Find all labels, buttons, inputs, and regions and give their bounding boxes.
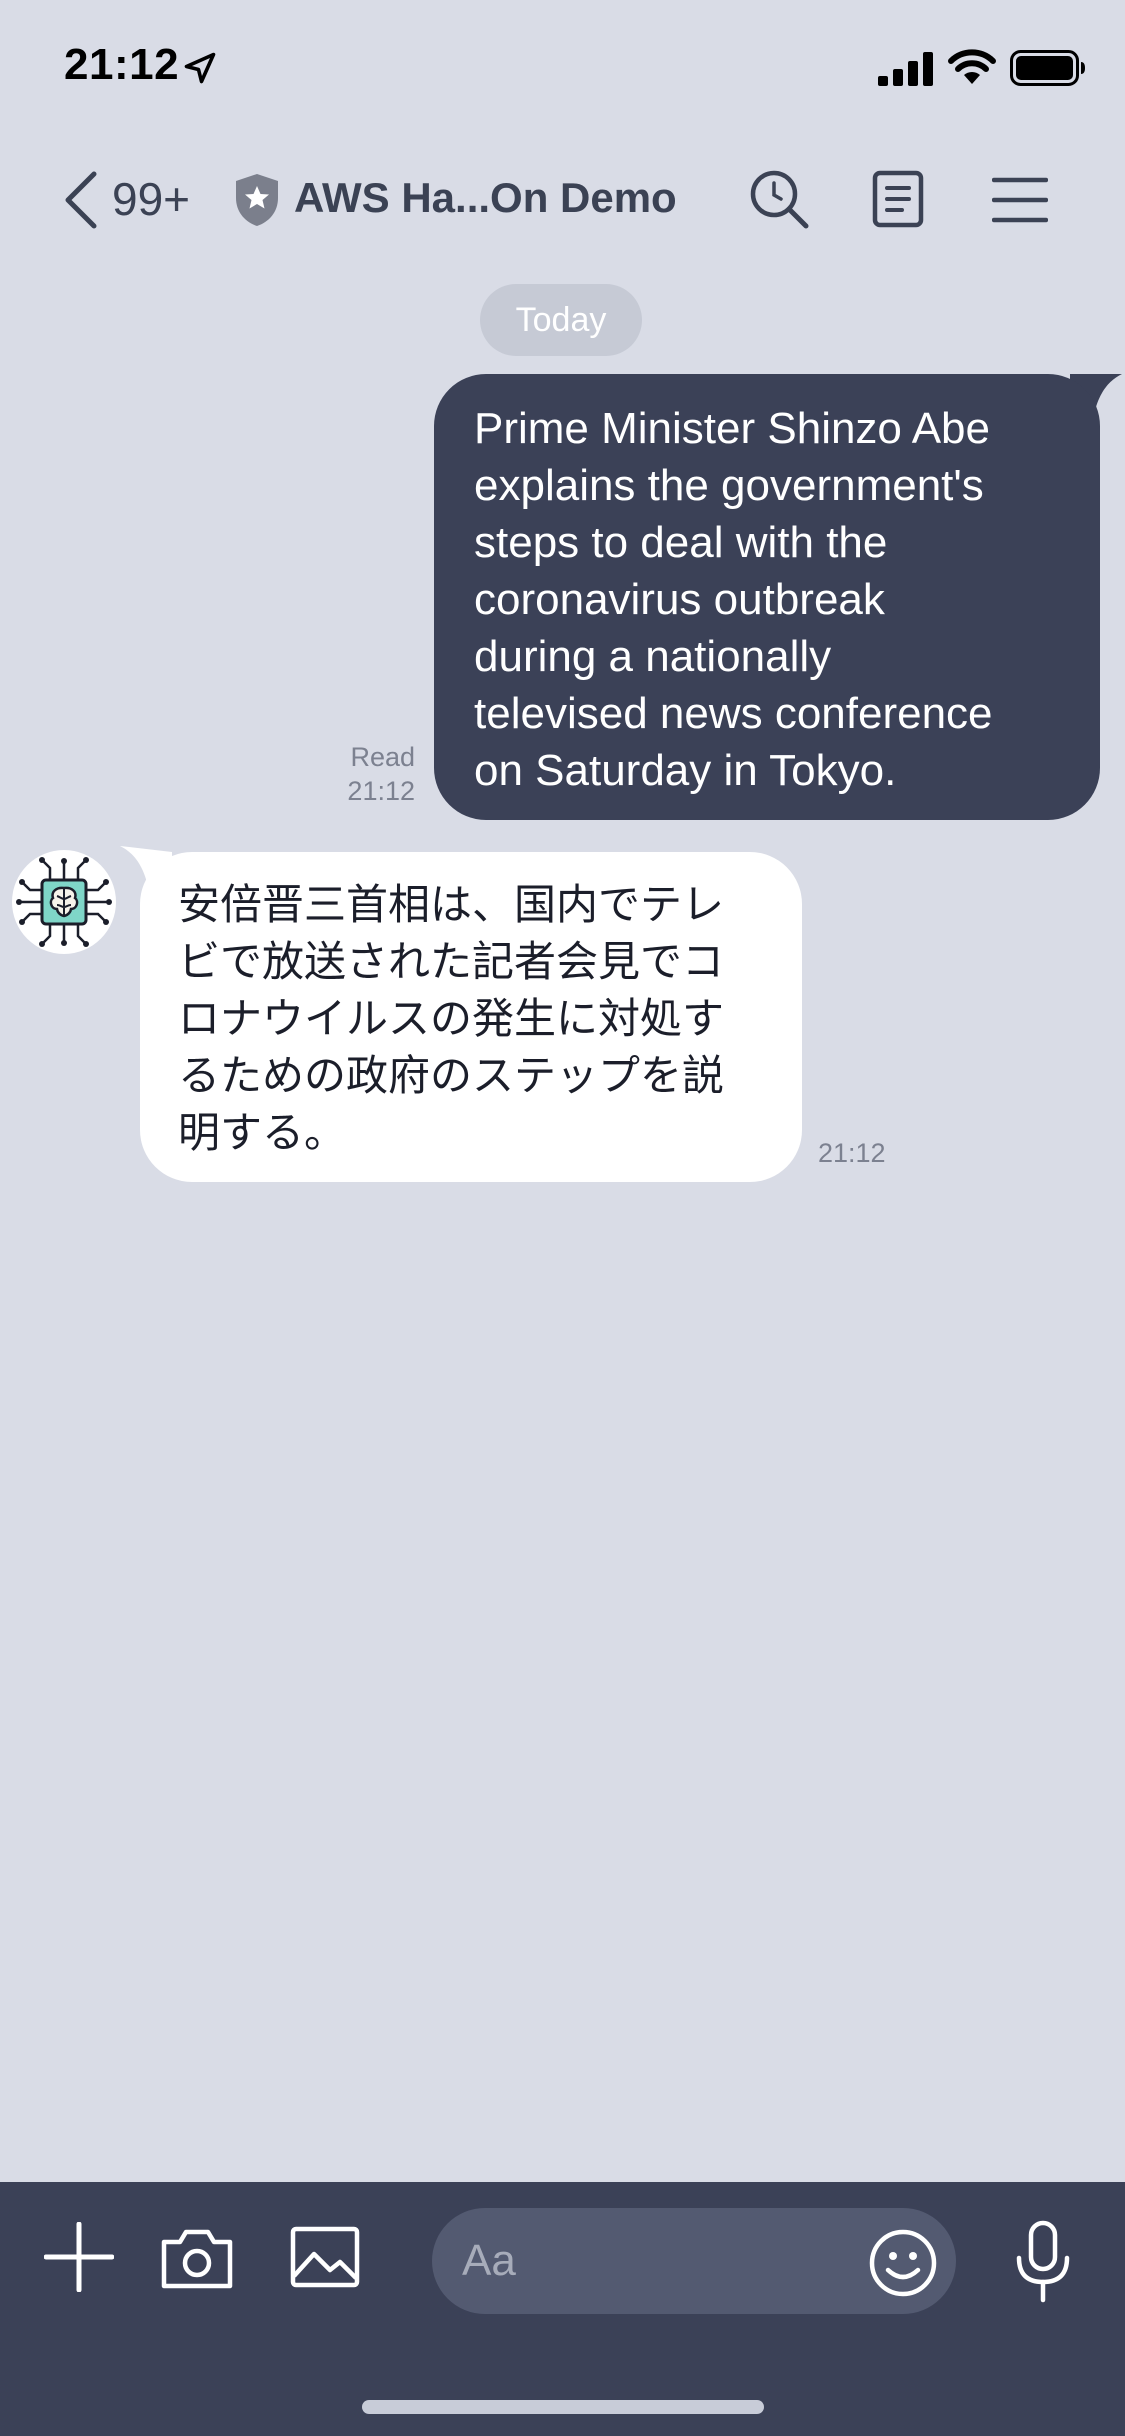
message-timestamp: 21:12	[818, 1138, 886, 1168]
read-receipt: Read	[350, 742, 415, 772]
notes-icon[interactable]	[872, 170, 924, 228]
wifi-icon	[948, 49, 996, 84]
unread-count[interactable]: 99+	[112, 172, 190, 226]
message-line: るための政府のステップを説	[178, 1051, 725, 1100]
message-line: coronavirus outbreak	[474, 575, 885, 624]
status-time: 21:12	[64, 40, 180, 89]
shield-star-icon	[236, 174, 278, 226]
message-line: explains the government's	[474, 461, 984, 510]
back-chevron-icon[interactable]	[60, 170, 100, 230]
image-icon[interactable]	[290, 2226, 360, 2288]
message-line: ビで放送された記者会見でコ	[178, 937, 725, 986]
camera-icon[interactable]	[160, 2224, 234, 2290]
location-arrow-icon	[184, 52, 216, 84]
avatar[interactable]	[12, 850, 116, 954]
chat-header: 99+ AWS Ha...On Demo	[0, 150, 1125, 250]
microphone-icon[interactable]	[1014, 2220, 1072, 2304]
message-line: ロナウイルスの発生に対処す	[178, 994, 725, 1043]
message-line: steps to deal with the	[474, 518, 888, 567]
signal-icon	[878, 52, 933, 86]
home-indicator[interactable]	[362, 2400, 764, 2414]
message-line: during a nationally	[474, 632, 832, 681]
outgoing-message-bubble[interactable]: Prime Minister Shinzo Abe explains the g…	[434, 374, 1100, 820]
message-line: televised news conference	[474, 689, 993, 738]
message-line: 安倍晋三首相は、国内でテレ	[178, 880, 725, 929]
battery-icon	[1010, 50, 1085, 86]
date-separator: Today	[480, 284, 642, 356]
message-input-bar	[0, 2182, 1125, 2436]
message-timestamp: 21:12	[347, 776, 415, 806]
bot-chip-brain-icon	[16, 857, 112, 947]
search-icon[interactable]	[748, 168, 810, 230]
menu-icon[interactable]	[992, 176, 1048, 224]
message-line: Prime Minister Shinzo Abe	[474, 404, 990, 453]
message-line: on Saturday in Tokyo.	[474, 746, 897, 795]
emoji-icon[interactable]	[868, 2228, 938, 2298]
status-bar: 21:12	[0, 0, 1125, 140]
incoming-message-bubble[interactable]: 安倍晋三首相は、国内でテレ ビで放送された記者会見でコ ロナウイルスの発生に対処…	[140, 852, 802, 1182]
message-line: 明する。	[178, 1108, 347, 1157]
plus-icon[interactable]	[44, 2222, 114, 2292]
date-label: Today	[515, 300, 607, 339]
chat-title[interactable]: AWS Ha...On Demo	[294, 174, 677, 222]
